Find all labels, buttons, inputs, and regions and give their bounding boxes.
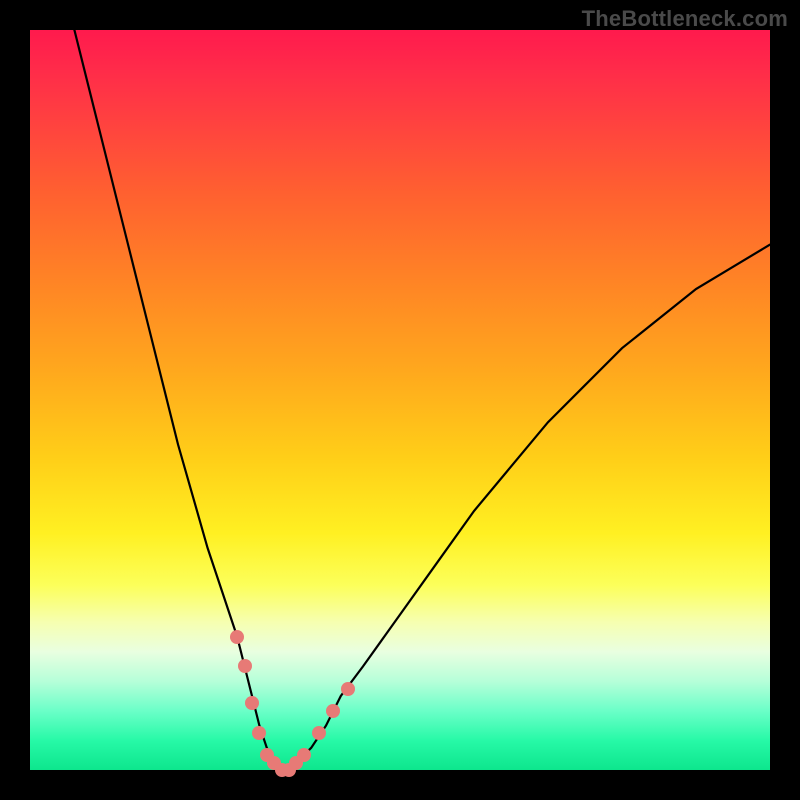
left-low-marker <box>245 696 259 710</box>
chart-frame: TheBottleneck.com <box>0 0 800 800</box>
right-mid-marker <box>326 704 340 718</box>
right-low-marker <box>312 726 326 740</box>
marker-layer <box>30 30 770 770</box>
trough-6 <box>297 748 311 762</box>
watermark-text: TheBottleneck.com <box>582 6 788 32</box>
plot-area <box>30 30 770 770</box>
left-mid-marker <box>238 659 252 673</box>
right-upper-marker <box>341 682 355 696</box>
left-floor-marker <box>252 726 266 740</box>
left-upper-marker <box>230 630 244 644</box>
